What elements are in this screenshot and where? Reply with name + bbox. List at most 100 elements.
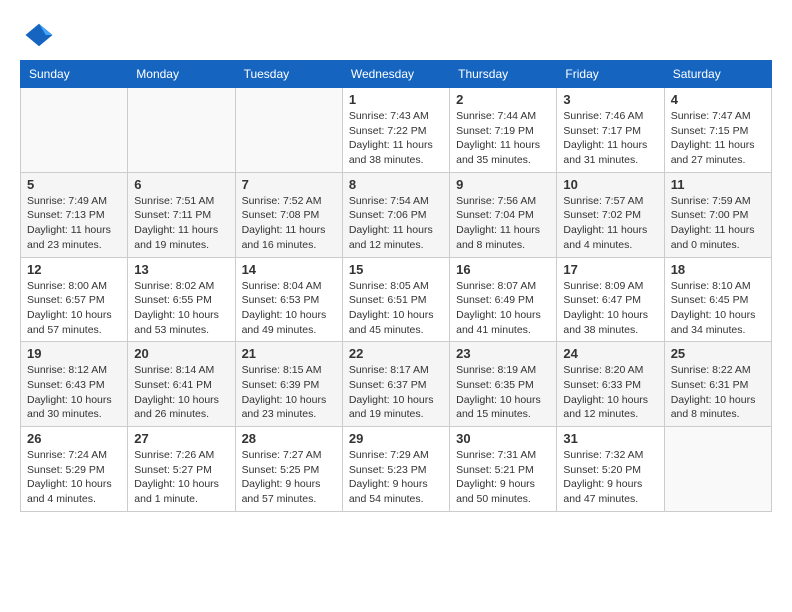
day-info: Sunrise: 8:04 AM Sunset: 6:53 PM Dayligh…	[242, 279, 336, 338]
calendar-day-cell: 7 Sunrise: 7:52 AM Sunset: 7:08 PM Daylig…	[235, 172, 342, 257]
day-number: 28	[242, 431, 336, 446]
day-number: 17	[563, 262, 657, 277]
day-info: Sunrise: 8:15 AM Sunset: 6:39 PM Dayligh…	[242, 363, 336, 422]
logo	[20, 20, 54, 50]
day-number: 12	[27, 262, 121, 277]
calendar-table: SundayMondayTuesdayWednesdayThursdayFrid…	[20, 60, 772, 512]
day-info: Sunrise: 8:00 AM Sunset: 6:57 PM Dayligh…	[27, 279, 121, 338]
calendar-day-cell: 5 Sunrise: 7:49 AM Sunset: 7:13 PM Daylig…	[21, 172, 128, 257]
day-number: 6	[134, 177, 228, 192]
calendar-day-header: Sunday	[21, 61, 128, 88]
calendar-day-cell	[128, 88, 235, 173]
calendar-day-header: Monday	[128, 61, 235, 88]
day-info: Sunrise: 8:17 AM Sunset: 6:37 PM Dayligh…	[349, 363, 443, 422]
day-info: Sunrise: 8:07 AM Sunset: 6:49 PM Dayligh…	[456, 279, 550, 338]
day-info: Sunrise: 8:22 AM Sunset: 6:31 PM Dayligh…	[671, 363, 765, 422]
calendar-day-cell: 27 Sunrise: 7:26 AM Sunset: 5:27 PM Dayli…	[128, 427, 235, 512]
day-info: Sunrise: 7:47 AM Sunset: 7:15 PM Dayligh…	[671, 109, 765, 168]
day-info: Sunrise: 7:29 AM Sunset: 5:23 PM Dayligh…	[349, 448, 443, 507]
day-number: 30	[456, 431, 550, 446]
calendar-day-cell: 24 Sunrise: 8:20 AM Sunset: 6:33 PM Dayli…	[557, 342, 664, 427]
day-number: 23	[456, 346, 550, 361]
calendar-day-cell: 12 Sunrise: 8:00 AM Sunset: 6:57 PM Dayli…	[21, 257, 128, 342]
day-number: 19	[27, 346, 121, 361]
day-info: Sunrise: 8:12 AM Sunset: 6:43 PM Dayligh…	[27, 363, 121, 422]
calendar-day-cell: 25 Sunrise: 8:22 AM Sunset: 6:31 PM Dayli…	[664, 342, 771, 427]
day-number: 13	[134, 262, 228, 277]
calendar-day-cell: 14 Sunrise: 8:04 AM Sunset: 6:53 PM Dayli…	[235, 257, 342, 342]
day-number: 18	[671, 262, 765, 277]
day-number: 2	[456, 92, 550, 107]
day-number: 4	[671, 92, 765, 107]
day-number: 16	[456, 262, 550, 277]
day-number: 10	[563, 177, 657, 192]
day-info: Sunrise: 7:26 AM Sunset: 5:27 PM Dayligh…	[134, 448, 228, 507]
calendar-day-cell: 30 Sunrise: 7:31 AM Sunset: 5:21 PM Dayli…	[450, 427, 557, 512]
day-number: 11	[671, 177, 765, 192]
day-number: 9	[456, 177, 550, 192]
calendar-day-cell: 16 Sunrise: 8:07 AM Sunset: 6:49 PM Dayli…	[450, 257, 557, 342]
day-number: 25	[671, 346, 765, 361]
calendar-day-cell: 9 Sunrise: 7:56 AM Sunset: 7:04 PM Daylig…	[450, 172, 557, 257]
day-number: 8	[349, 177, 443, 192]
calendar-week-row: 1Sunrise: 7:43 AM Sunset: 7:22 PM Daylig…	[21, 88, 772, 173]
calendar-day-cell: 19 Sunrise: 8:12 AM Sunset: 6:43 PM Dayli…	[21, 342, 128, 427]
calendar-day-cell: 17 Sunrise: 8:09 AM Sunset: 6:47 PM Dayli…	[557, 257, 664, 342]
day-number: 31	[563, 431, 657, 446]
page-header	[20, 20, 772, 50]
day-number: 24	[563, 346, 657, 361]
calendar-day-cell: 26 Sunrise: 7:24 AM Sunset: 5:29 PM Dayli…	[21, 427, 128, 512]
day-number: 7	[242, 177, 336, 192]
calendar-day-cell: 31 Sunrise: 7:32 AM Sunset: 5:20 PM Dayli…	[557, 427, 664, 512]
calendar-day-cell: 18Sunrise: 8:10 AM Sunset: 6:45 PM Dayli…	[664, 257, 771, 342]
day-number: 3	[563, 92, 657, 107]
day-number: 20	[134, 346, 228, 361]
day-number: 29	[349, 431, 443, 446]
day-info: Sunrise: 7:59 AM Sunset: 7:00 PM Dayligh…	[671, 194, 765, 253]
calendar-day-cell: 15 Sunrise: 8:05 AM Sunset: 6:51 PM Dayli…	[342, 257, 449, 342]
calendar-day-cell: 3 Sunrise: 7:46 AM Sunset: 7:17 PM Daylig…	[557, 88, 664, 173]
day-info: Sunrise: 7:32 AM Sunset: 5:20 PM Dayligh…	[563, 448, 657, 507]
day-info: Sunrise: 8:09 AM Sunset: 6:47 PM Dayligh…	[563, 279, 657, 338]
calendar-day-cell: 1Sunrise: 7:43 AM Sunset: 7:22 PM Daylig…	[342, 88, 449, 173]
calendar-day-cell: 28 Sunrise: 7:27 AM Sunset: 5:25 PM Dayli…	[235, 427, 342, 512]
day-number: 22	[349, 346, 443, 361]
calendar-day-cell: 4 Sunrise: 7:47 AM Sunset: 7:15 PM Daylig…	[664, 88, 771, 173]
calendar-day-cell	[21, 88, 128, 173]
calendar-day-cell: 23Sunrise: 8:19 AM Sunset: 6:35 PM Dayli…	[450, 342, 557, 427]
calendar-header-row: SundayMondayTuesdayWednesdayThursdayFrid…	[21, 61, 772, 88]
day-info: Sunrise: 8:20 AM Sunset: 6:33 PM Dayligh…	[563, 363, 657, 422]
day-info: Sunrise: 7:57 AM Sunset: 7:02 PM Dayligh…	[563, 194, 657, 253]
day-info: Sunrise: 7:27 AM Sunset: 5:25 PM Dayligh…	[242, 448, 336, 507]
day-number: 15	[349, 262, 443, 277]
day-info: Sunrise: 7:52 AM Sunset: 7:08 PM Dayligh…	[242, 194, 336, 253]
day-number: 26	[27, 431, 121, 446]
day-number: 14	[242, 262, 336, 277]
day-number: 1	[349, 92, 443, 107]
day-number: 27	[134, 431, 228, 446]
logo-icon	[24, 20, 54, 50]
calendar-day-header: Friday	[557, 61, 664, 88]
day-info: Sunrise: 7:46 AM Sunset: 7:17 PM Dayligh…	[563, 109, 657, 168]
calendar-day-cell: 2 Sunrise: 7:44 AM Sunset: 7:19 PM Daylig…	[450, 88, 557, 173]
calendar-day-cell: 20 Sunrise: 8:14 AM Sunset: 6:41 PM Dayli…	[128, 342, 235, 427]
day-info: Sunrise: 8:05 AM Sunset: 6:51 PM Dayligh…	[349, 279, 443, 338]
day-info: Sunrise: 7:44 AM Sunset: 7:19 PM Dayligh…	[456, 109, 550, 168]
day-info: Sunrise: 7:31 AM Sunset: 5:21 PM Dayligh…	[456, 448, 550, 507]
calendar-day-cell: 8 Sunrise: 7:54 AM Sunset: 7:06 PM Daylig…	[342, 172, 449, 257]
day-number: 21	[242, 346, 336, 361]
day-info: Sunrise: 7:24 AM Sunset: 5:29 PM Dayligh…	[27, 448, 121, 507]
calendar-day-cell: 6 Sunrise: 7:51 AM Sunset: 7:11 PM Daylig…	[128, 172, 235, 257]
day-info: Sunrise: 8:14 AM Sunset: 6:41 PM Dayligh…	[134, 363, 228, 422]
calendar-day-cell: 13Sunrise: 8:02 AM Sunset: 6:55 PM Dayli…	[128, 257, 235, 342]
day-info: Sunrise: 7:51 AM Sunset: 7:11 PM Dayligh…	[134, 194, 228, 253]
calendar-week-row: 26 Sunrise: 7:24 AM Sunset: 5:29 PM Dayli…	[21, 427, 772, 512]
day-info: Sunrise: 7:54 AM Sunset: 7:06 PM Dayligh…	[349, 194, 443, 253]
calendar-day-cell	[235, 88, 342, 173]
calendar-day-header: Thursday	[450, 61, 557, 88]
day-info: Sunrise: 7:56 AM Sunset: 7:04 PM Dayligh…	[456, 194, 550, 253]
calendar-day-cell: 22 Sunrise: 8:17 AM Sunset: 6:37 PM Dayli…	[342, 342, 449, 427]
day-info: Sunrise: 7:49 AM Sunset: 7:13 PM Dayligh…	[27, 194, 121, 253]
day-number: 5	[27, 177, 121, 192]
calendar-day-cell: 29 Sunrise: 7:29 AM Sunset: 5:23 PM Dayli…	[342, 427, 449, 512]
